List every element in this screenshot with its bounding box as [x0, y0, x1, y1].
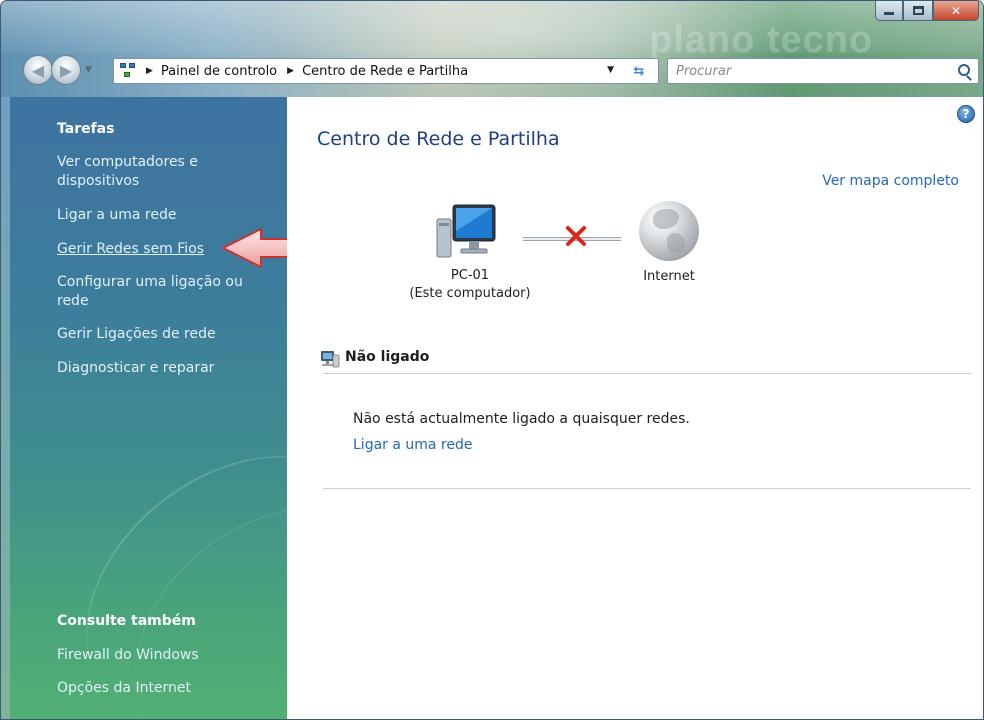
refresh-icon: ⇆ [633, 63, 645, 79]
sidebar-item-manage-connections[interactable]: Gerir Ligações de rede [57, 325, 257, 344]
sidebar-item-diagnose-repair[interactable]: Diagnosticar e reparar [57, 359, 257, 378]
computer-label: PC-01 (Este computador) [395, 267, 545, 303]
window-left-edge [1, 97, 10, 719]
connect-to-network-link[interactable]: Ligar a uma rede [353, 437, 473, 453]
search-icon[interactable] [958, 64, 970, 76]
computer-icon[interactable] [435, 201, 499, 261]
refresh-button[interactable]: ⇆ [626, 61, 652, 81]
network-folder-icon [120, 63, 138, 79]
see-also-heading: Consulte também [57, 613, 196, 629]
view-full-map-link[interactable]: Ver mapa completo [822, 173, 959, 189]
forward-arrow-icon: ▶ [59, 60, 73, 80]
forward-button[interactable]: ▶ [51, 55, 81, 85]
computer-name: PC-01 [450, 268, 490, 283]
status-title: Não ligado [345, 349, 430, 365]
minimize-button[interactable] [875, 1, 903, 21]
main-content: ? Centro de Rede e Partilha Ver mapa com… [287, 97, 983, 719]
status-message: Não está actualmente ligado a quaisquer … [353, 411, 690, 427]
maximize-icon [912, 6, 924, 15]
address-dropdown-icon[interactable]: ▼ [607, 65, 614, 75]
task-pane: Tarefas Ver computadores e dispositivos … [10, 97, 287, 719]
globe-icon[interactable] [639, 201, 699, 261]
breadcrumb-separator-icon[interactable]: ▶ [146, 66, 153, 76]
back-button[interactable]: ◀ [23, 55, 53, 85]
recent-pages-dropdown-icon[interactable]: ▼ [85, 65, 92, 75]
window-controls: ✕ [875, 1, 979, 23]
section-divider [323, 488, 971, 489]
breadcrumb-control-panel[interactable]: Painel de controlo [161, 64, 277, 79]
sidebar-item-internet-options[interactable]: Opções da Internet [57, 679, 257, 698]
minimize-icon [884, 12, 894, 15]
close-button[interactable]: ✕ [933, 1, 979, 21]
title-bar: plano tecno ✕ ◀ ▶ ▼ ▶ Painel de controlo… [1, 1, 983, 97]
sidebar-item-windows-firewall[interactable]: Firewall do Windows [57, 646, 257, 665]
close-icon: ✕ [950, 3, 962, 18]
network-center-window: plano tecno ✕ ◀ ▶ ▼ ▶ Painel de controlo… [0, 0, 984, 720]
x-mark-icon [566, 226, 586, 246]
sidebar-item-setup-connection[interactable]: Configurar uma ligação ou rede [57, 273, 257, 311]
page-title: Centro de Rede e Partilha [317, 128, 560, 150]
back-arrow-icon: ◀ [31, 60, 45, 80]
search-placeholder: Procurar [676, 63, 732, 79]
breadcrumb-separator-icon[interactable]: ▶ [287, 66, 294, 76]
internet-label: Internet [643, 269, 695, 284]
network-status-icon [321, 351, 340, 368]
tasks-heading: Tarefas [57, 121, 115, 137]
computer-subtitle: (Este computador) [409, 286, 531, 301]
sidebar-item-view-computers[interactable]: Ver computadores e dispositivos [57, 153, 257, 191]
sidebar-item-connect-network[interactable]: Ligar a uma rede [57, 206, 257, 225]
watermark: plano tecno [649, 19, 874, 61]
search-input[interactable]: Procurar [667, 58, 979, 84]
breadcrumb-network-center[interactable]: Centro de Rede e Partilha [302, 64, 468, 79]
help-icon[interactable]: ? [957, 105, 975, 123]
maximize-button[interactable] [903, 1, 933, 21]
address-bar[interactable]: ▶ Painel de controlo ▶ Centro de Rede e … [113, 58, 659, 84]
section-divider [323, 373, 971, 374]
